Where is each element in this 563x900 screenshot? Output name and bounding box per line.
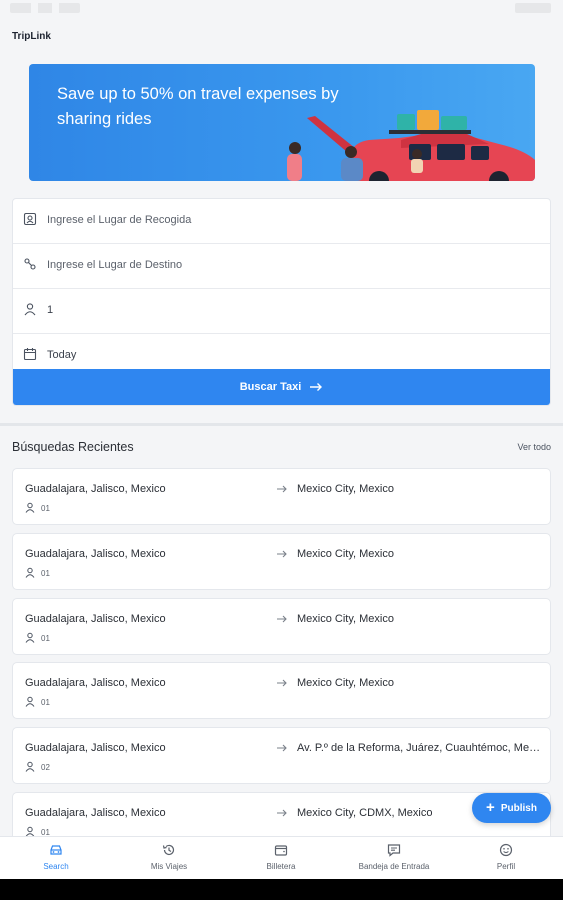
destination-row[interactable] — [13, 244, 550, 289]
person-icon — [25, 567, 35, 578]
trip-passengers: 01 — [41, 634, 50, 643]
arrow-right-icon — [310, 383, 323, 391]
trip-destination: Mexico City, Mexico — [297, 483, 394, 495]
trip-destination: Mexico City, Mexico — [297, 677, 394, 689]
search-taxi-label: Buscar Taxi — [239, 381, 302, 393]
person-icon — [25, 632, 35, 643]
arrow-right-icon — [277, 744, 287, 752]
app-title: TripLink — [12, 31, 51, 42]
trip-passengers: 02 — [41, 763, 50, 772]
smile-icon — [499, 843, 513, 857]
pickup-location-icon — [23, 212, 37, 226]
nav-label-perfil: Perfil — [496, 862, 516, 871]
recent-search-item[interactable]: Guadalajara, Jalisco, Mexico Mexico City… — [12, 533, 551, 590]
passengers-input[interactable] — [47, 296, 537, 324]
nav-item-billetera[interactable]: Billetera — [226, 843, 336, 877]
trip-origin: Guadalajara, Jalisco, Mexico — [25, 548, 166, 560]
trip-origin: Guadalajara, Jalisco, Mexico — [25, 677, 166, 689]
nav-item-bandeja[interactable]: Bandeja de Entrada — [339, 843, 449, 877]
recent-search-item[interactable]: Guadalajara, Jalisco, Mexico Mexico City… — [12, 598, 551, 655]
arrow-right-icon — [277, 809, 287, 817]
nav-label-billetera: Billetera — [266, 862, 296, 871]
route-icon — [24, 258, 36, 270]
car-icon — [50, 845, 62, 855]
chat-icon — [387, 844, 401, 857]
recent-search-item[interactable]: Guadalajara, Jalisco, Mexico Mexico City… — [12, 662, 551, 719]
arrow-right-icon — [277, 679, 287, 687]
person-icon — [25, 696, 35, 707]
trip-origin: Guadalajara, Jalisco, Mexico — [25, 483, 166, 495]
system-navigation-bar — [0, 879, 563, 900]
arrow-right-icon — [277, 485, 287, 493]
destination-input[interactable] — [47, 251, 537, 279]
pickup-input[interactable] — [47, 206, 537, 234]
trip-origin: Guadalajara, Jalisco, Mexico — [25, 613, 166, 625]
nav-label-mis-viajes: Mis Viajes — [150, 862, 188, 871]
nav-label-bandeja: Bandeja de Entrada — [358, 862, 430, 871]
status-bar — [0, 0, 563, 18]
plus-icon: + — [486, 799, 495, 816]
bottom-navigation: Search Mis Viajes Billetera Bandeja de E… — [0, 836, 563, 879]
search-form: Buscar Taxi — [12, 198, 551, 406]
status-bar-left — [10, 3, 80, 13]
arrow-right-icon — [277, 615, 287, 623]
banner-text: Save up to 50% on travel expenses by sha… — [57, 85, 339, 128]
arrow-right-icon — [277, 550, 287, 558]
nav-item-search[interactable]: Search — [1, 843, 111, 877]
recent-search-item[interactable]: Guadalajara, Jalisco, Mexico Av. P.º de … — [12, 727, 551, 784]
history-icon — [162, 844, 175, 856]
nav-label-search: Search — [43, 862, 69, 871]
trip-passengers: 01 — [41, 698, 50, 707]
see-all-link[interactable]: Ver todo — [517, 442, 551, 452]
promo-banner[interactable]: Save up to 50% on travel expenses by sha… — [29, 64, 535, 181]
person-icon — [25, 761, 35, 772]
trip-destination: Mexico City, Mexico — [297, 613, 394, 625]
trip-passengers: 01 — [41, 569, 50, 578]
nav-item-mis-viajes[interactable]: Mis Viajes — [114, 843, 224, 877]
recent-search-item[interactable]: Guadalajara, Jalisco, Mexico Mexico City… — [12, 468, 551, 525]
calendar-icon — [23, 348, 37, 361]
pickup-row[interactable] — [13, 199, 550, 244]
nav-item-perfil[interactable]: Perfil — [451, 843, 561, 877]
trip-passengers: 01 — [41, 504, 50, 513]
section-divider — [0, 423, 563, 426]
trip-origin: Guadalajara, Jalisco, Mexico — [25, 807, 166, 819]
wallet-icon — [274, 845, 288, 856]
trip-destination: Av. P.º de la Reforma, Juárez, Cuauhtémo… — [297, 742, 542, 754]
publish-label: Publish — [500, 802, 537, 814]
status-bar-right — [515, 3, 551, 13]
publish-button[interactable]: + Publish — [472, 793, 551, 823]
person-icon — [25, 502, 35, 513]
person-icon — [24, 303, 36, 316]
passengers-row[interactable] — [13, 289, 550, 334]
trip-origin: Guadalajara, Jalisco, Mexico — [25, 742, 166, 754]
recent-searches-title: Búsquedas Recientes — [12, 440, 134, 454]
search-taxi-button[interactable]: Buscar Taxi — [13, 369, 550, 405]
date-input[interactable] — [47, 341, 537, 369]
trip-destination: Mexico City, Mexico — [297, 548, 394, 560]
